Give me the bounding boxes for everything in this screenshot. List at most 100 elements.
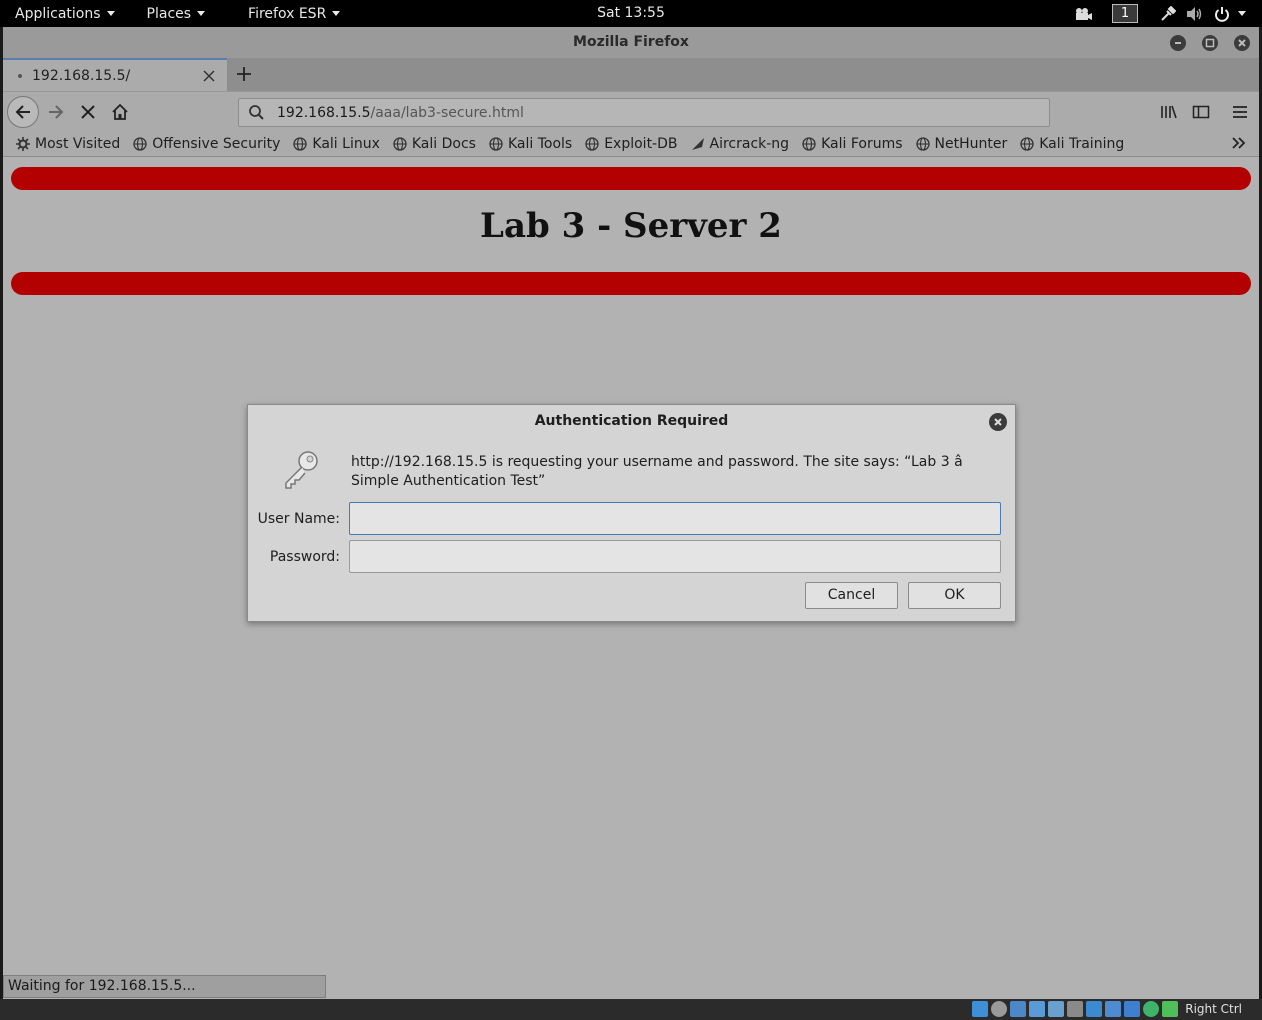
globe-icon: [392, 136, 408, 152]
new-tab-button[interactable]: [232, 62, 256, 86]
bookmark-nethunter[interactable]: NetHunter: [915, 135, 1008, 152]
mouse-integration-icon[interactable]: [1143, 1001, 1159, 1017]
bookmarks-toolbar: Most Visited Offensive Security Kali Lin…: [3, 131, 1259, 157]
bookmark-aircrack-ng[interactable]: Aircrack-ng: [690, 136, 789, 152]
sidebar-icon: [1192, 105, 1210, 119]
window-title: Mozilla Firefox: [573, 34, 689, 50]
bookmark-kali-docs[interactable]: Kali Docs: [392, 136, 476, 152]
library-icon: [1161, 105, 1177, 119]
shared-folders-icon[interactable]: [1067, 1001, 1083, 1017]
tab-title: 192.168.15.5/: [32, 67, 131, 84]
bookmark-label: Kali Docs: [411, 135, 476, 152]
window-title-bar: Mozilla Firefox: [3, 27, 1259, 58]
minimize-button[interactable]: [1170, 35, 1186, 51]
forward-button[interactable]: [40, 96, 72, 128]
power-icon[interactable]: [1214, 0, 1230, 27]
audio-icon[interactable]: [1010, 1001, 1026, 1017]
host-key-label: Right Ctrl: [1185, 1002, 1242, 1016]
dialog-message: http://192.168.15.5 is requesting your u…: [351, 454, 986, 489]
chevron-down-icon: [106, 11, 115, 16]
navigation-toolbar: 192.168.15.5/aaa/lab3-secure.html: [3, 91, 1259, 131]
tab-strip: 192.168.15.5/: [3, 58, 1259, 91]
chevron-down-icon: [197, 11, 206, 16]
workspace-indicator[interactable]: 1: [1112, 4, 1138, 23]
bookmark-kali-linux[interactable]: Kali Linux: [292, 135, 380, 152]
username-input[interactable]: [349, 502, 1001, 535]
url-bar[interactable]: 192.168.15.5/aaa/lab3-secure.html: [238, 98, 1050, 127]
close-icon: [994, 418, 1002, 426]
password-input[interactable]: [349, 540, 1001, 573]
globe-icon: [132, 136, 148, 152]
home-button[interactable]: [104, 96, 136, 128]
aircrack-icon: [690, 136, 706, 152]
stop-x-icon: [81, 105, 95, 119]
firefox-app-menu[interactable]: Firefox ESR: [205, 0, 341, 27]
bookmark-label: Offensive Security: [152, 135, 281, 152]
optical-drive-icon[interactable]: [991, 1001, 1007, 1017]
sidebar-button[interactable]: [1185, 96, 1217, 128]
bookmark-kali-forums[interactable]: Kali Forums: [801, 135, 903, 152]
recording-icon[interactable]: [1105, 1001, 1121, 1017]
globe-icon: [915, 136, 931, 152]
globe-icon: [584, 136, 600, 152]
url-host: 192.168.15.5: [277, 104, 371, 121]
bookmark-exploit-db[interactable]: Exploit-DB: [584, 135, 678, 152]
authentication-dialog: Authentication Required http://192.168.1…: [247, 404, 1016, 622]
network-icon[interactable]: [1029, 1001, 1045, 1017]
stop-button[interactable]: [72, 96, 104, 128]
places-menu[interactable]: Places: [115, 0, 206, 27]
gear-icon: [15, 136, 31, 152]
keyboard-capture-icon[interactable]: [1162, 1001, 1178, 1017]
video-camera-icon[interactable]: [1074, 0, 1092, 27]
status-bar: Waiting for 192.168.15.5...: [3, 975, 326, 998]
ok-button[interactable]: OK: [908, 582, 1001, 609]
display-icon[interactable]: [1086, 1001, 1102, 1017]
bookmark-offensive-security[interactable]: Offensive Security: [132, 136, 280, 152]
url-path: /aaa/lab3-secure.html: [370, 104, 524, 121]
arrow-left-icon: [15, 105, 30, 119]
chevron-down-icon[interactable]: [1238, 0, 1246, 27]
bookmark-label: Exploit-DB: [604, 135, 678, 152]
key-icon: [280, 447, 324, 491]
username-label: User Name:: [257, 511, 340, 527]
dialog-title: Authentication Required: [534, 413, 729, 429]
bookmark-label: Most Visited: [35, 135, 121, 152]
applications-menu-label: Applications: [15, 5, 101, 22]
hamburger-menu-button[interactable]: [1224, 96, 1256, 128]
globe-icon: [801, 136, 817, 152]
gnome-top-bar: Applications Places Firefox ESR Sat 13:5…: [0, 0, 1262, 27]
volume-icon[interactable]: [1186, 0, 1204, 27]
close-window-button[interactable]: [1234, 35, 1250, 51]
red-divider-bottom: [11, 272, 1251, 295]
usb-icon[interactable]: [1048, 1001, 1064, 1017]
bookmark-label: Kali Training: [1039, 135, 1125, 152]
chevron-down-icon: [332, 11, 341, 16]
plus-icon: [237, 67, 251, 81]
dialog-close-button[interactable]: [989, 413, 1007, 431]
virtualization-icon[interactable]: [1124, 1001, 1140, 1017]
hard-disk-icon[interactable]: [972, 1001, 988, 1017]
bookmarks-overflow-button[interactable]: [1231, 136, 1247, 154]
password-label: Password:: [269, 549, 340, 565]
applications-menu[interactable]: Applications: [0, 0, 115, 27]
loading-dot-icon: [18, 73, 22, 78]
bookmark-label: Kali Linux: [312, 135, 380, 152]
hamburger-icon: [1233, 106, 1247, 118]
library-button[interactable]: [1153, 96, 1185, 128]
close-tab-button[interactable]: [197, 64, 221, 88]
bookmark-kali-training[interactable]: Kali Training: [1019, 136, 1124, 152]
places-menu-label: Places: [146, 5, 192, 22]
bookmark-most-visited[interactable]: Most Visited: [15, 136, 120, 152]
close-icon: [203, 69, 215, 82]
maximize-button[interactable]: [1202, 35, 1218, 51]
globe-icon: [1019, 136, 1035, 152]
bookmark-label: NetHunter: [934, 135, 1008, 152]
back-button[interactable]: [7, 96, 39, 128]
page-heading: Lab 3 - Server 2: [480, 206, 782, 246]
cancel-button[interactable]: Cancel: [805, 582, 898, 609]
tab-active[interactable]: 192.168.15.5/: [3, 58, 227, 91]
arrow-right-icon: [49, 105, 64, 119]
bookmark-label: Kali Forums: [821, 135, 903, 152]
network-wired-icon[interactable]: [1160, 0, 1176, 27]
bookmark-kali-tools[interactable]: Kali Tools: [488, 136, 572, 152]
